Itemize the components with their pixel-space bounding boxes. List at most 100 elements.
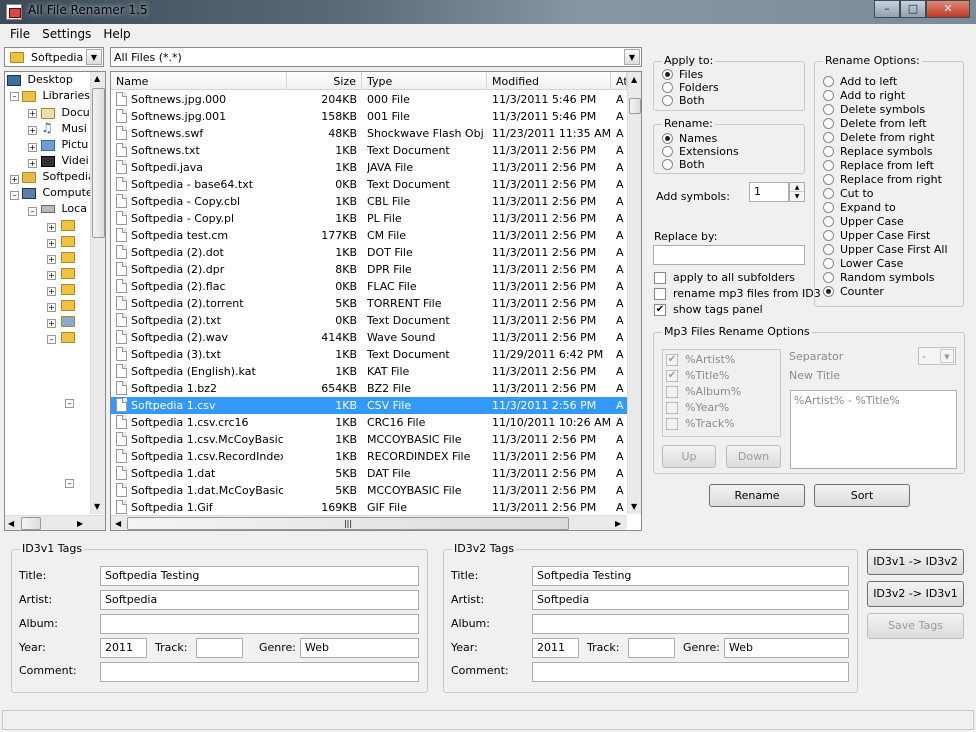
show-tags-panel-checkbox[interactable]: ✔ show tags panel [654, 303, 763, 316]
minimize-icon[interactable]: – [874, 0, 900, 18]
add-symbols-spinner[interactable]: ▲ ▼ [789, 182, 805, 202]
rename-option-radio[interactable]: Replace from right [823, 173, 942, 186]
scroll-left-icon[interactable]: ◀ [115, 519, 121, 528]
expand-icon[interactable]: – [10, 92, 19, 101]
table-row[interactable]: Softpedia (2).flac 0KB FLAC File 11/3/2011 … [111, 278, 627, 295]
column-header-name[interactable]: Name [111, 72, 287, 90]
id3v2-genre-input[interactable]: Web [724, 638, 849, 658]
table-row[interactable]: Softpedia 1.csv.crc16 1KB CRC16 File 11/10/… [111, 414, 627, 431]
expand-icon[interactable]: + [47, 271, 56, 280]
rename-button[interactable]: Rename [709, 484, 805, 507]
rename-option-radio[interactable]: Add to right [823, 89, 905, 102]
expand-icon[interactable]: + [28, 126, 37, 135]
file-list[interactable]: Name Size Type Modified At Softnews.jpg.… [110, 71, 642, 531]
column-header-attributes[interactable]: At [611, 72, 627, 90]
tag-checkbox[interactable]: %Year% [666, 401, 729, 414]
expand-icon[interactable]: + [47, 303, 56, 312]
expand-icon[interactable]: – [28, 207, 37, 216]
down-button[interactable]: Down [726, 445, 781, 468]
table-row[interactable]: Softpedia - Copy.cbl 1KB CBL File 11/3/2011… [111, 193, 627, 210]
table-row[interactable]: Softpedia (2).txt 0KB Text Document 11/3/20… [111, 312, 627, 329]
tree-item-music[interactable]: ♫ Musi [41, 122, 87, 135]
apply-both-radio[interactable]: Both [662, 94, 705, 107]
spin-up-icon[interactable]: ▲ [790, 183, 804, 192]
expand-icon[interactable]: + [47, 255, 56, 264]
replace-by-input[interactable] [653, 245, 805, 265]
tree-hscroll-thumb[interactable] [21, 517, 41, 530]
tree-scroll-thumb[interactable] [92, 88, 105, 238]
table-row[interactable]: Softpedia 1.Gif 169KB GIF File 11/3/2011 2:… [111, 499, 627, 516]
table-row[interactable]: Softpedia (2).torrent 5KB TORRENT File 11/3… [111, 295, 627, 312]
expand-icon[interactable]: + [47, 223, 56, 232]
file-list-hscroll-thumb[interactable]: ||| [127, 517, 569, 530]
table-row[interactable]: Softpedia (2).wav 414KB Wave Sound 11/3/201… [111, 329, 627, 346]
rename-option-radio[interactable]: Delete symbols [823, 103, 925, 116]
scroll-right-icon[interactable]: ▶ [615, 519, 621, 528]
tag-checkbox[interactable]: ✔ %Title% [666, 369, 729, 382]
scroll-left-icon[interactable]: ◀ [8, 519, 14, 528]
id3v1-track-input[interactable] [196, 638, 243, 658]
tree-item-user[interactable]: Softpedia [22, 170, 95, 183]
chevron-down-icon[interactable]: ▼ [624, 49, 640, 65]
rename-option-radio[interactable]: Upper Case [823, 215, 904, 228]
expand-icon[interactable]: + [28, 143, 37, 152]
table-row[interactable]: Softpedia (2).dot 1KB DOT File 11/3/2011 2:… [111, 244, 627, 261]
table-row[interactable]: Softpedia (2).dpr 8KB DPR File 11/3/2011 2:… [111, 261, 627, 278]
folder-tree[interactable]: Desktop – Libraries + Docu + ♫ Musi + Pi… [4, 71, 106, 531]
apply-subfolders-checkbox[interactable]: apply to all subfolders [654, 271, 795, 284]
table-row[interactable]: Softnews.jpg.000 204KB 000 File 11/3/2011 5… [111, 91, 627, 108]
folder-icon[interactable] [61, 284, 75, 295]
new-title-textarea[interactable]: %Artist% - %Title% [790, 390, 957, 469]
scroll-down-icon[interactable]: ▼ [94, 502, 100, 511]
apply-files-radio[interactable]: Files [662, 68, 703, 81]
maximize-icon[interactable]: □ [900, 0, 926, 18]
column-header-modified[interactable]: Modified [487, 72, 611, 90]
tag-checkbox[interactable]: ✔ %Artist% [666, 353, 735, 366]
folder-combo[interactable]: Softpedia ▼ [4, 47, 104, 67]
expand-icon[interactable]: + [47, 287, 56, 296]
rename-option-radio[interactable]: Cut to [823, 187, 874, 200]
table-row[interactable]: Softpedia (English).kat 1KB KAT File 11/3/2… [111, 363, 627, 380]
tag-checkbox[interactable]: %Album% [666, 385, 741, 398]
table-row[interactable]: Softpedia test.cm 177KB CM File 11/3/2011 2… [111, 227, 627, 244]
tree-horizontal-scrollbar[interactable]: ◀ ▶ [5, 515, 105, 530]
rename-option-radio[interactable]: Add to left [823, 75, 897, 88]
table-row[interactable]: Softpedia - base64.txt 0KB Text Document 11… [111, 176, 627, 193]
folder-icon[interactable] [61, 220, 75, 231]
apply-folders-radio[interactable]: Folders [662, 81, 719, 94]
save-tags-button[interactable]: Save Tags [867, 613, 964, 639]
rename-option-radio[interactable]: Delete from right [823, 131, 935, 144]
tag-order-list[interactable]: ✔ %Artist% ✔ %Title% %Album% %Year% %Track% [662, 349, 781, 437]
id3v2-title-input[interactable]: Softpedia Testing [532, 566, 849, 586]
expand-icon[interactable]: + [28, 159, 37, 168]
tree-item-computer[interactable]: Compute [22, 186, 93, 199]
table-row[interactable]: Softnews.swf 48KB Shockwave Flash Obj... 11… [111, 125, 627, 142]
file-list-horizontal-scrollbar[interactable]: ◀ ||| ▶ [111, 515, 627, 530]
folder-icon[interactable] [61, 316, 75, 327]
rename-option-radio[interactable]: Upper Case First [823, 229, 930, 242]
chevron-down-icon[interactable]: ▼ [86, 49, 102, 65]
menu-file[interactable]: File [4, 24, 36, 45]
id3v1-year-input[interactable]: 2011 [100, 638, 147, 658]
filter-combo[interactable]: All Files (*.*) ▼ [110, 47, 642, 67]
tree-item-videos[interactable]: Videi [41, 154, 89, 167]
tree-item-libraries[interactable]: Libraries [22, 89, 90, 102]
table-row[interactable]: Softpedia 1.dat.McCoyBasic 5KB MCCOYBASIC … [111, 482, 627, 499]
rename-option-radio[interactable]: Upper Case First All [823, 243, 948, 256]
chevron-down-icon[interactable]: ▼ [940, 349, 954, 363]
table-row[interactable]: Softpedia 1.csv 1KB CSV File 11/3/2011 2:56… [111, 397, 627, 414]
rename-option-radio[interactable]: Replace symbols [823, 145, 932, 158]
expand-icon[interactable]: – [10, 191, 19, 200]
id3v1-to-id3v2-button[interactable]: ID3v1 -> ID3v2 [867, 549, 964, 575]
table-row[interactable]: Softpedia - Copy.pl 1KB PL File 11/3/2011 2… [111, 210, 627, 227]
rename-option-radio[interactable]: Expand to [823, 201, 896, 214]
folder-icon[interactable] [61, 268, 75, 279]
table-row[interactable]: Softnews.txt 1KB Text Document 11/3/2011 2:… [111, 142, 627, 159]
expand-icon[interactable]: – [65, 479, 74, 488]
id3v1-comment-input[interactable] [100, 662, 419, 682]
expand-icon[interactable]: + [28, 109, 37, 118]
add-symbols-input[interactable]: 1 [749, 182, 789, 202]
table-row[interactable]: Softpedia 1.csv.McCoyBasic 1KB MCCOYBASIC … [111, 431, 627, 448]
column-header-type[interactable]: Type [362, 72, 487, 90]
tree-item-pictures[interactable]: Pictu [41, 138, 88, 151]
